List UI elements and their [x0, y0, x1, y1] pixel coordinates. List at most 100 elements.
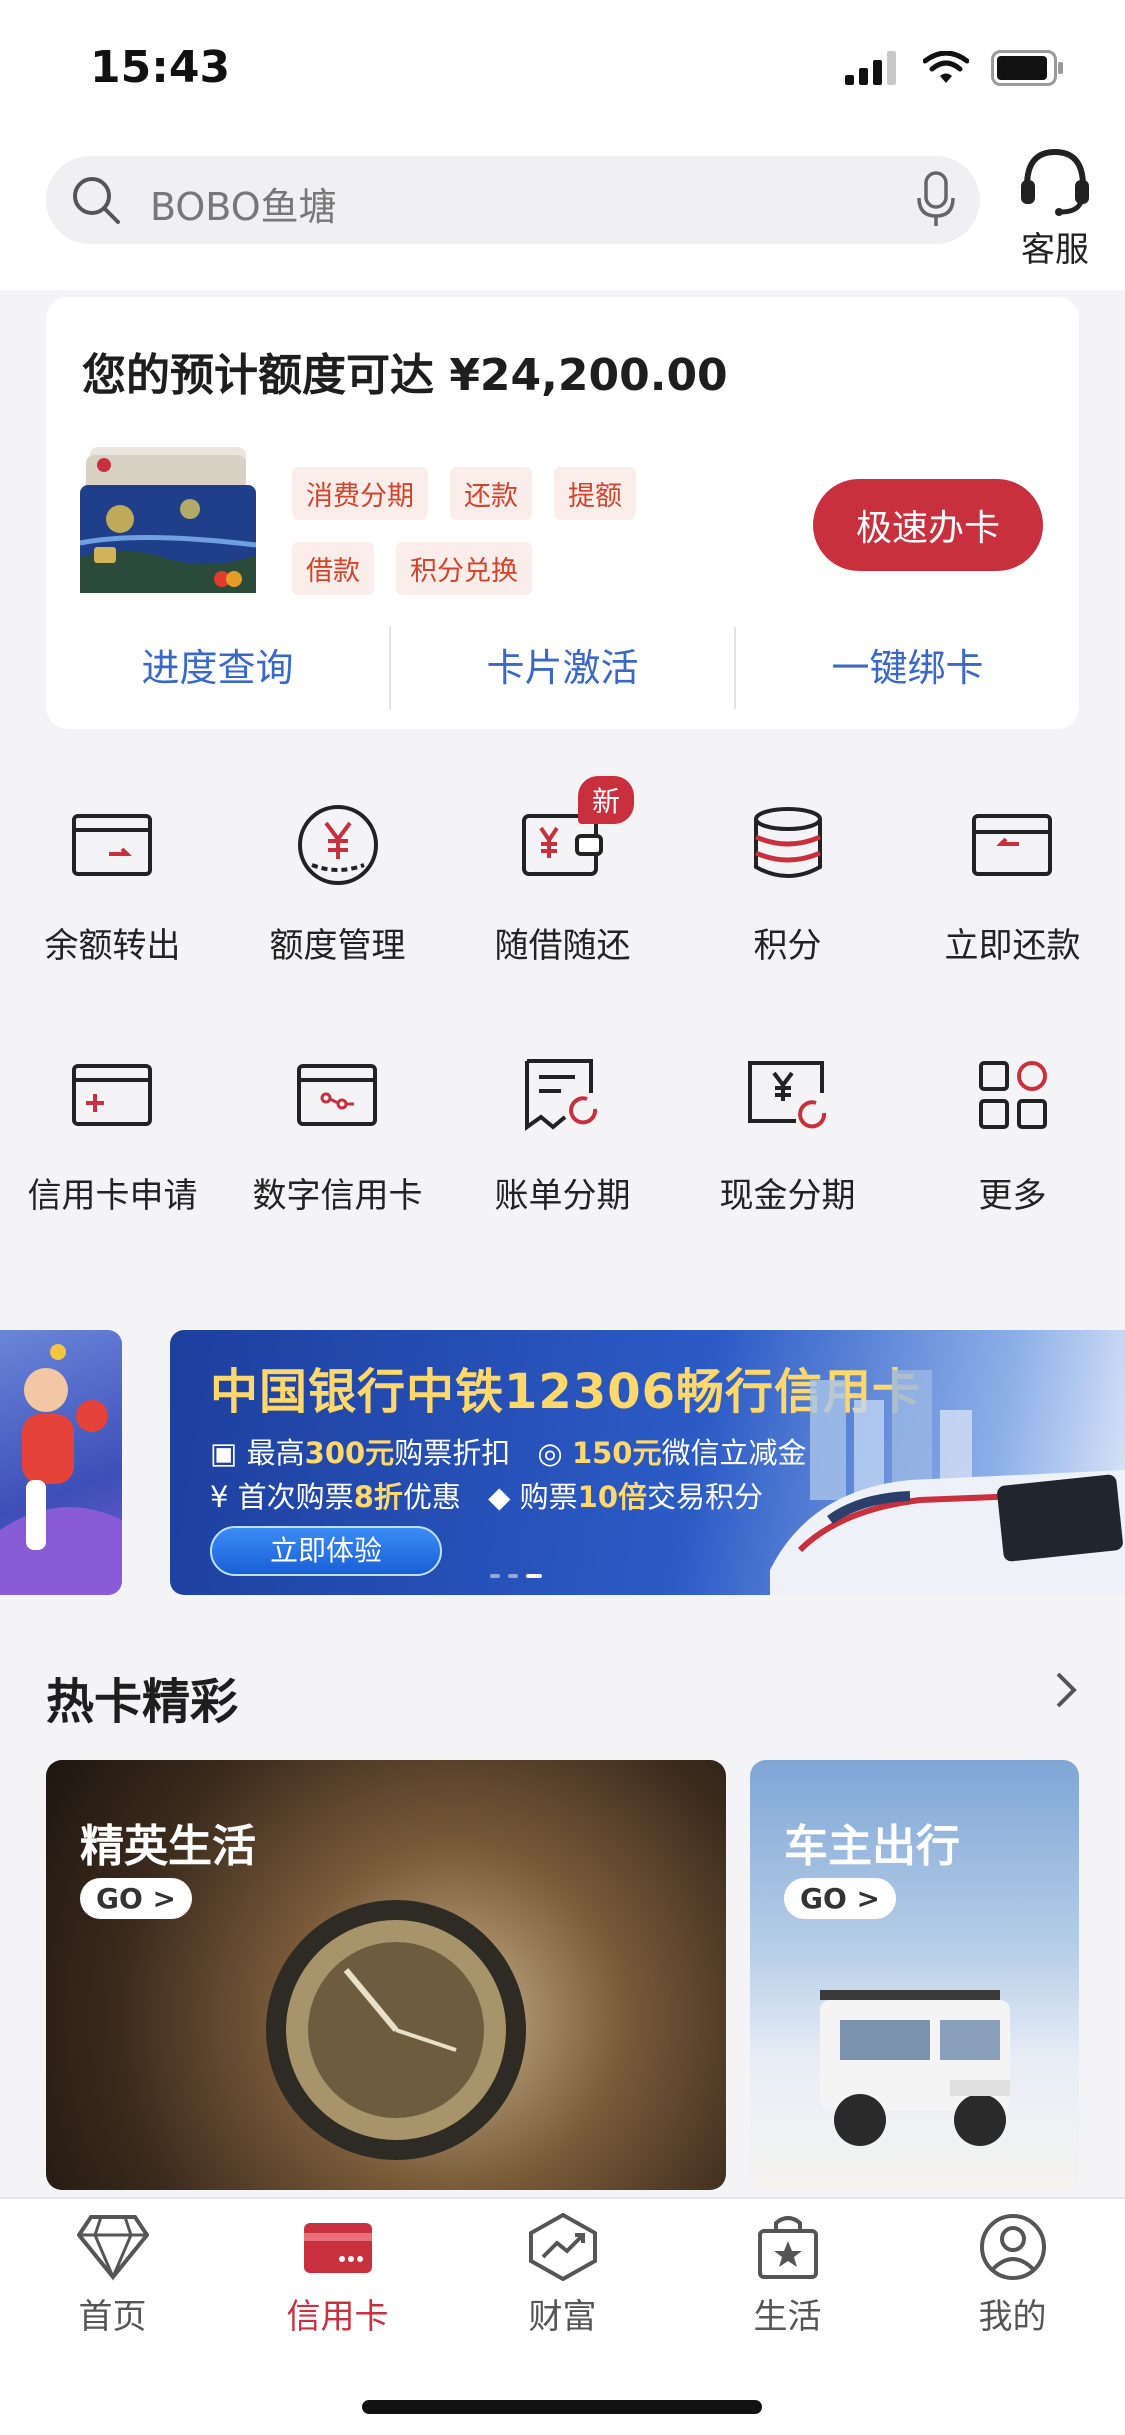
shopping-bag-icon	[757, 2216, 818, 2279]
tag-loan[interactable]: 借款	[292, 542, 374, 595]
signal-icon	[845, 51, 896, 85]
grid-label: 余额转出	[44, 926, 181, 966]
customer-service-label: 客服	[1021, 230, 1089, 270]
card-activation-link[interactable]: 卡片激活	[389, 627, 734, 709]
grid-item-limit-management[interactable]: 额度管理	[225, 800, 450, 967]
tag-raise-limit[interactable]: 提额	[554, 467, 636, 520]
bind-card-link[interactable]: 一键绑卡	[734, 627, 1079, 709]
train-illustration	[770, 1370, 1125, 1595]
grid-label: 额度管理	[269, 926, 406, 966]
grid-label: 数字信用卡	[252, 1176, 423, 1216]
grid-item-digital-card[interactable]: 数字信用卡	[225, 1050, 450, 1217]
status-time: 15:43	[90, 42, 231, 93]
ticket-icon: ▣	[210, 1436, 247, 1470]
transfer-out-icon	[71, 814, 152, 876]
off-road-car-image	[820, 1990, 1010, 2146]
feature-tags: 消费分期 还款 提额借款 积分兑换	[292, 467, 712, 617]
grid-label: 更多	[978, 1176, 1047, 1216]
banner-pagination	[490, 1574, 542, 1578]
progress-query-link[interactable]: 进度查询	[46, 627, 389, 709]
grid-item-repay-now[interactable]: 立即还款	[900, 800, 1125, 967]
bill-installment-icon	[524, 1059, 597, 1131]
banner-experience-button[interactable]: 立即体验	[210, 1526, 442, 1576]
status-bar: 15:43	[0, 0, 1125, 140]
ping-pong-player-image	[0, 1344, 122, 1595]
pagination-dot-active	[526, 1574, 542, 1578]
pagination-dot	[490, 1574, 500, 1578]
quota-text: 您的预计额度可达 ¥24,200.00	[82, 350, 728, 401]
go-button[interactable]: GO >	[784, 1878, 896, 1919]
wifi-icon	[923, 51, 969, 83]
search-placeholder: BOBO鱼塘	[150, 185, 337, 229]
function-grid: 余额转出 额度管理 新 随借随还 积分 立即还款 信用卡申请 数字信用卡 账单分…	[0, 750, 1125, 1290]
digital-card-icon	[296, 1064, 377, 1126]
tab-label: 我的	[978, 2297, 1047, 2337]
credit-card-icon	[303, 2223, 372, 2273]
panel-links: 进度查询 卡片激活 一键绑卡	[46, 627, 1079, 709]
grid-item-card-apply[interactable]: 信用卡申请	[0, 1050, 225, 1217]
tab-label: 首页	[78, 2297, 147, 2337]
yen-icon: ¥	[210, 1480, 238, 1514]
credit-card-image[interactable]	[80, 447, 256, 593]
cash-installment-icon	[747, 1061, 826, 1129]
wealth-chart-icon	[528, 2212, 597, 2282]
tab-wealth[interactable]: 财富	[450, 2212, 675, 2338]
hot-cards-title: 热卡精彩	[46, 1674, 239, 1730]
grid-item-bill-installment[interactable]: 账单分期	[450, 1050, 675, 1217]
grid-row-2: 信用卡申请 数字信用卡 账单分期 现金分期 更多	[0, 1050, 1125, 1217]
watch-image	[266, 1900, 526, 2160]
more-grid-icon	[978, 1061, 1047, 1129]
top-area: BOBO鱼塘 客服	[0, 140, 1125, 290]
new-badge: 新	[578, 776, 635, 824]
tag-repay[interactable]: 还款	[450, 467, 532, 520]
home-indicator[interactable]	[362, 2400, 762, 2414]
customer-service-button[interactable]: 客服	[1010, 146, 1100, 271]
grid-item-cash-installment[interactable]: 现金分期	[675, 1050, 900, 1217]
diamond-icon	[76, 2215, 149, 2281]
grid-item-borrow-repay[interactable]: 新 随借随还	[450, 776, 675, 967]
battery-icon	[991, 50, 1063, 86]
coin-icon: ◎	[537, 1436, 572, 1470]
banner-line-2: ¥ 首次购票8折优惠 ◆ 购票10倍交易积分	[210, 1480, 764, 1514]
tab-home[interactable]: 首页	[0, 2213, 225, 2338]
status-icons	[845, 50, 1065, 86]
diamond-points-icon: ◆	[488, 1480, 520, 1514]
hot-card-car-owner[interactable]: 车主出行 GO >	[750, 1760, 1079, 2190]
hot-card-elite-life[interactable]: 精英生活 GO >	[46, 1760, 726, 2190]
tab-label: 生活	[753, 2297, 822, 2337]
grid-item-balance-transfer[interactable]: 余额转出	[0, 800, 225, 967]
apply-card-button[interactable]: 极速办卡	[813, 479, 1043, 571]
banner-previous[interactable]	[0, 1330, 122, 1595]
search-input[interactable]: BOBO鱼塘	[46, 156, 980, 244]
grid-label: 账单分期	[494, 1176, 631, 1216]
grid-label: 立即还款	[944, 926, 1081, 966]
tag-installment[interactable]: 消费分期	[292, 467, 428, 520]
grid-item-points[interactable]: 积分	[675, 800, 900, 967]
credit-quota-panel: 您的预计额度可达 ¥24,200.00 消费分期 还款 提额借款 积分兑换 极速办卡 …	[46, 297, 1079, 729]
hot-card-title: 精英生活	[80, 1821, 256, 1872]
hot-card-title: 车主出行	[784, 1821, 960, 1872]
tag-points-exchange[interactable]: 积分兑换	[396, 542, 532, 595]
search-icon	[73, 177, 120, 224]
promo-banner[interactable]: 中国银行中铁12306畅行信用卡 ▣ 最高300元购票折扣 ◎ 150元微信立减…	[170, 1330, 1125, 1595]
repay-card-icon	[971, 814, 1052, 876]
user-profile-icon	[979, 2214, 1046, 2280]
go-button[interactable]: GO >	[80, 1878, 192, 1919]
grid-item-more[interactable]: 更多	[900, 1050, 1125, 1217]
coins-stack-icon	[753, 807, 822, 878]
tab-label: 信用卡	[286, 2297, 389, 2337]
tab-label: 财富	[528, 2297, 597, 2337]
tab-mine[interactable]: 我的	[900, 2213, 1125, 2338]
chevron-right-icon[interactable]	[1052, 1670, 1080, 1710]
microphone-icon[interactable]	[914, 170, 958, 230]
grid-row-1: 余额转出 额度管理 新 随借随还 积分 立即还款	[0, 776, 1125, 967]
tab-credit-card[interactable]: 信用卡	[225, 2213, 450, 2338]
tab-life[interactable]: 生活	[675, 2213, 900, 2338]
grid-label: 积分	[753, 926, 822, 966]
headset-icon	[1021, 148, 1089, 216]
pagination-dot	[508, 1574, 518, 1578]
banner-line-1: ▣ 最高300元购票折扣 ◎ 150元微信立减金	[210, 1436, 807, 1470]
card-plus-icon	[71, 1064, 152, 1126]
yen-circle-icon	[297, 805, 378, 885]
grid-label: 现金分期	[719, 1176, 856, 1216]
